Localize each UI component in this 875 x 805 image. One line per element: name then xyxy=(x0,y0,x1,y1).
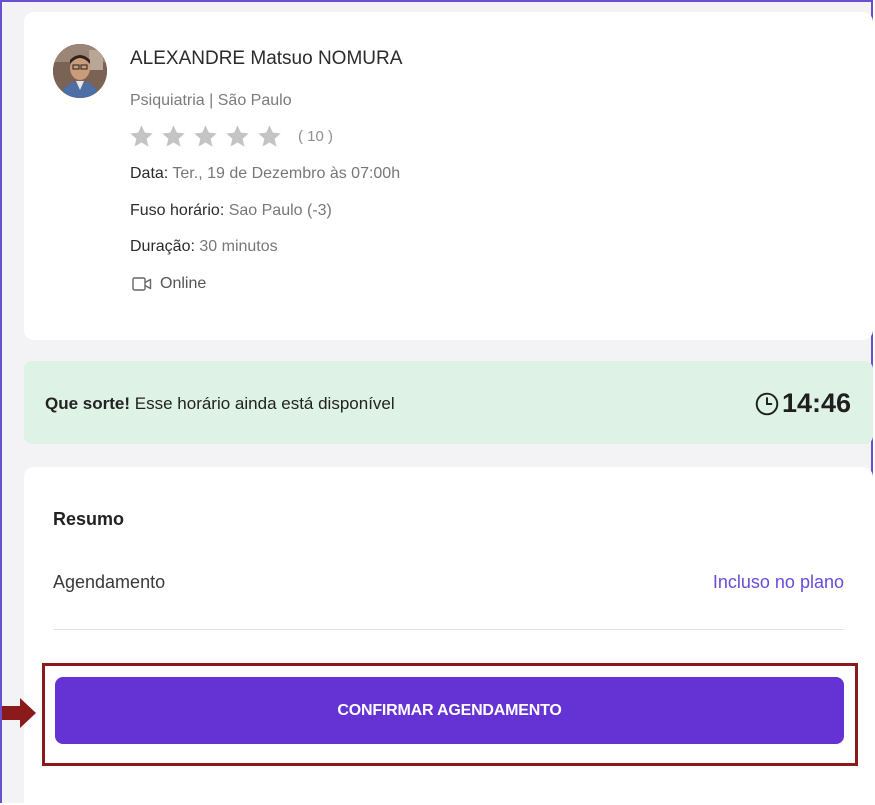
summary-divider xyxy=(53,629,844,630)
confirm-appointment-button[interactable]: CONFIRMAR AGENDAMENTO xyxy=(55,677,844,744)
video-camera-icon xyxy=(132,277,152,291)
summary-item-label: Agendamento xyxy=(53,572,166,592)
doctor-card: ALEXANDRE Matsuo NOMURA Psiquiatria | Sã… xyxy=(24,12,873,340)
timer-value: 14:46 xyxy=(781,388,851,418)
availability-banner: Que sorte! Esse horário ainda está dispo… xyxy=(24,361,873,444)
availability-message: Que sorte! Esse horário ainda está dispo… xyxy=(45,394,395,414)
avatar xyxy=(53,44,107,98)
appointment-date: Data: Ter., 19 de Dezembro às 07:00h xyxy=(130,165,400,183)
star-icon xyxy=(226,125,249,147)
timezone-value: Sao Paulo (-3) xyxy=(228,202,332,219)
doctor-name[interactable]: ALEXANDRE Matsuo NOMURA xyxy=(130,48,402,70)
rating-count: ( 10 ) xyxy=(298,128,334,145)
availability-lead: Que sorte! xyxy=(45,394,131,413)
duration-value: 30 minutos xyxy=(199,238,278,255)
duration-label: Duração: xyxy=(130,238,195,255)
modality-online: Online xyxy=(132,275,206,293)
appointment-timezone: Fuso horário: Sao Paulo (-3) xyxy=(130,202,332,220)
summary-title: Resumo xyxy=(53,509,125,529)
summary-item-value: Incluso no plano xyxy=(712,572,844,592)
star-icon xyxy=(162,125,185,147)
timezone-label: Fuso horário: xyxy=(130,202,225,219)
doctor-specialty: Psiquiatria | São Paulo xyxy=(130,92,292,109)
availability-text: Esse horário ainda está disponível xyxy=(134,394,395,413)
arrow-right-icon xyxy=(2,698,36,728)
page-frame: ALEXANDRE Matsuo NOMURA Psiquiatria | Sã… xyxy=(0,0,873,805)
star-icon xyxy=(130,125,153,147)
star-icon xyxy=(258,125,281,147)
rating-stars: ( 10 ) xyxy=(128,123,333,150)
star-icon xyxy=(194,125,217,147)
appointment-duration: Duração: 30 minutos xyxy=(130,238,278,256)
date-value: Ter., 19 de Dezembro às 07:00h xyxy=(172,165,401,182)
date-label: Data: xyxy=(130,165,169,182)
countdown-timer: 14:46 xyxy=(754,388,851,419)
clock-icon xyxy=(755,392,779,415)
modality-label: Online xyxy=(160,275,207,292)
doctor-photo xyxy=(53,44,107,98)
